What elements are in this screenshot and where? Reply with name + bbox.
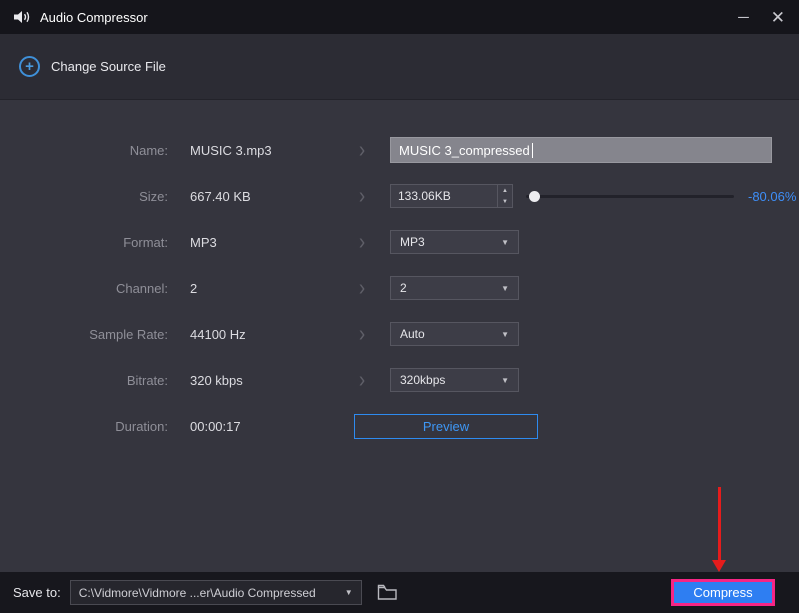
format-select[interactable]: MP3 ▼ bbox=[390, 230, 519, 254]
header: + Change Source File bbox=[0, 34, 799, 100]
save-to-label: Save to: bbox=[13, 585, 61, 600]
size-spinner[interactable]: 133.06KB ▲ ▼ bbox=[390, 184, 513, 208]
size-slider[interactable] bbox=[526, 184, 734, 208]
window-title: Audio Compressor bbox=[40, 9, 148, 25]
size-spinner-buttons: ▲ ▼ bbox=[497, 185, 512, 207]
bitrate-selected-value: 320kbps bbox=[400, 373, 446, 387]
size-spinner-value: 133.06KB bbox=[398, 189, 451, 203]
sample-rate-selected-value: Auto bbox=[400, 327, 425, 341]
save-path-value: C:\Vidmore\Vidmore ...er\Audio Compresse… bbox=[78, 585, 316, 600]
sample-rate-select[interactable]: Auto ▼ bbox=[390, 322, 519, 346]
channel-selected-value: 2 bbox=[400, 281, 407, 295]
chevron-right-icon: › bbox=[358, 183, 366, 209]
chevron-down-icon: ▼ bbox=[501, 237, 509, 247]
chevron-down-icon: ▼ bbox=[501, 375, 509, 385]
duration-label: Duration: bbox=[115, 418, 168, 434]
sample-rate-original-value: 44100 Hz bbox=[190, 326, 246, 342]
titlebar: Audio Compressor ─ ✕ bbox=[0, 0, 799, 34]
row-size: Size: 667.40 KB › 133.06KB ▲ ▼ -80.06% bbox=[0, 173, 799, 219]
text-caret bbox=[531, 142, 533, 158]
chevron-right-icon: › bbox=[358, 229, 366, 255]
browse-folder-button[interactable] bbox=[377, 584, 398, 601]
chevron-down-icon: ▼ bbox=[501, 329, 509, 339]
row-format: Format: MP3 › MP3 ▼ bbox=[0, 219, 799, 265]
main-panel: Name: MUSIC 3.mp3 › MUSIC 3_compressed S… bbox=[0, 101, 799, 572]
change-source-file-button[interactable]: Change Source File bbox=[51, 59, 166, 74]
footer-bar: Save to: C:\Vidmore\Vidmore ...er\Audio … bbox=[0, 572, 799, 613]
close-button[interactable]: ✕ bbox=[771, 9, 785, 26]
size-label: Size: bbox=[139, 188, 168, 204]
row-sample-rate: Sample Rate: 44100 Hz › Auto ▼ bbox=[0, 311, 799, 357]
row-bitrate: Bitrate: 320 kbps › 320kbps ▼ bbox=[0, 357, 799, 403]
chevron-right-icon: › bbox=[358, 321, 366, 347]
bitrate-label: Bitrate: bbox=[126, 372, 168, 388]
size-reduction-percent: -80.06% bbox=[748, 188, 797, 204]
chevron-right-icon: › bbox=[358, 367, 366, 393]
name-original-value: MUSIC 3.mp3 bbox=[190, 142, 272, 158]
slider-track[interactable] bbox=[526, 194, 734, 198]
slider-handle[interactable] bbox=[529, 190, 540, 202]
window-controls: ─ ✕ bbox=[738, 9, 785, 26]
channel-label: Channel: bbox=[115, 280, 168, 296]
bitrate-original-value: 320 kbps bbox=[190, 372, 243, 388]
folder-icon bbox=[377, 584, 397, 600]
bitrate-select[interactable]: 320kbps ▼ bbox=[390, 368, 519, 392]
chevron-right-icon: › bbox=[358, 275, 366, 301]
sample-rate-label: Sample Rate: bbox=[89, 326, 168, 342]
channel-select[interactable]: 2 ▼ bbox=[390, 276, 519, 300]
speaker-icon bbox=[14, 10, 31, 24]
duration-value: 00:00:17 bbox=[190, 418, 241, 434]
chevron-right-icon: › bbox=[358, 137, 366, 163]
row-duration: Duration: 00:00:17 Preview bbox=[0, 403, 799, 449]
save-path-select[interactable]: C:\Vidmore\Vidmore ...er\Audio Compresse… bbox=[69, 580, 362, 605]
chevron-down-icon: ▼ bbox=[344, 588, 353, 597]
spin-up-button[interactable]: ▲ bbox=[498, 185, 512, 196]
spin-down-button[interactable]: ▼ bbox=[498, 196, 512, 207]
compress-button[interactable]: Compress bbox=[671, 579, 775, 606]
name-label: Name: bbox=[129, 142, 168, 158]
name-input-value: MUSIC 3_compressed bbox=[399, 142, 530, 158]
format-original-value: MP3 bbox=[190, 234, 217, 250]
plus-circle-icon[interactable]: + bbox=[19, 56, 40, 77]
row-name: Name: MUSIC 3.mp3 › MUSIC 3_compressed bbox=[0, 127, 799, 173]
channel-original-value: 2 bbox=[190, 280, 198, 296]
preview-button[interactable]: Preview bbox=[354, 413, 538, 439]
format-selected-value: MP3 bbox=[400, 235, 425, 249]
row-channel: Channel: 2 › 2 ▼ bbox=[0, 265, 799, 311]
minimize-button[interactable]: ─ bbox=[738, 10, 749, 25]
chevron-down-icon: ▼ bbox=[501, 283, 509, 293]
name-input[interactable]: MUSIC 3_compressed bbox=[390, 137, 772, 163]
audio-compressor-window: Audio Compressor ─ ✕ + Change Source Fil… bbox=[0, 0, 799, 613]
size-original-value: 667.40 KB bbox=[190, 188, 251, 204]
format-label: Format: bbox=[123, 234, 168, 250]
